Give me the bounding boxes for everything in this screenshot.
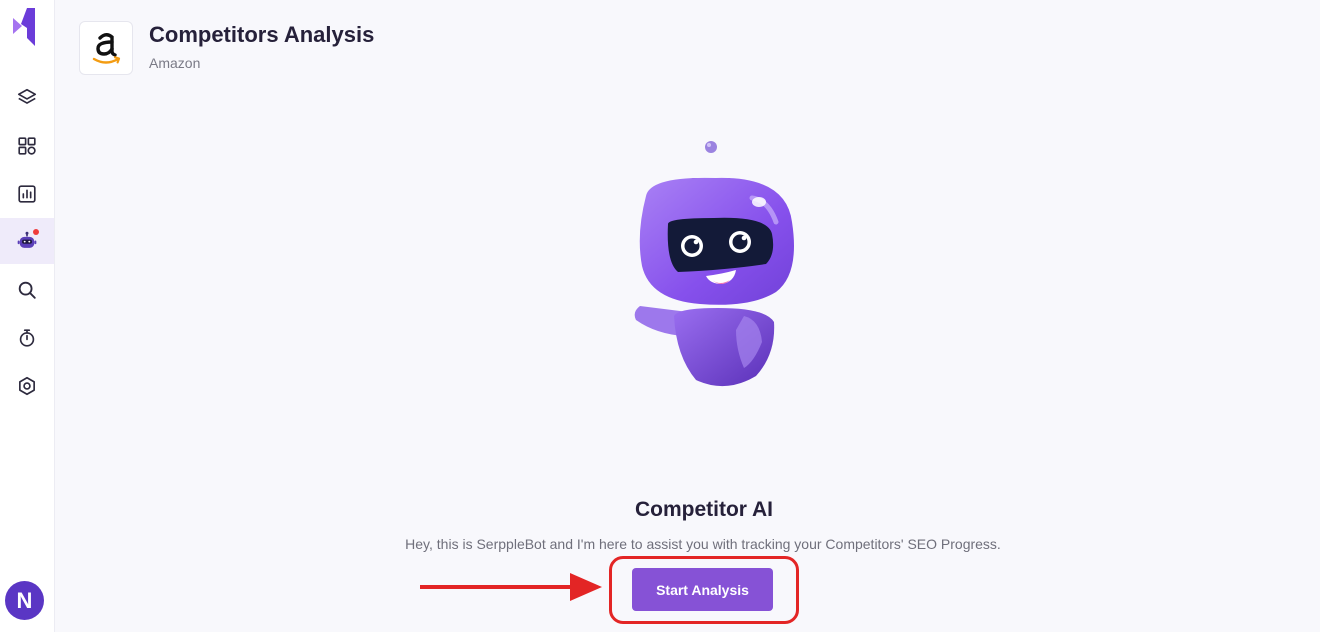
robot-mascot-illustration [634, 141, 794, 387]
main-heading: Competitor AI [634, 498, 774, 521]
grid-icon [18, 137, 36, 155]
sidebar-item-dashboard[interactable] [0, 123, 54, 169]
chart-icon [18, 185, 36, 203]
sidebar-item-layers[interactable] [0, 75, 54, 121]
sidebar-item-competitor-ai[interactable] [0, 218, 54, 264]
annotation-arrow [420, 573, 602, 601]
amazon-logo-icon [92, 33, 121, 64]
user-avatar[interactable]: N [5, 581, 44, 620]
sidebar-item-reports[interactable] [0, 171, 54, 217]
amazon-logo [79, 21, 133, 75]
notification-dot [33, 229, 39, 235]
app-logo[interactable] [13, 8, 35, 46]
main-description: Hey, this is SerppleBot and I'm here to … [405, 536, 1001, 552]
stopwatch-icon [19, 329, 35, 347]
start-analysis-button[interactable]: Start Analysis [632, 568, 773, 611]
settings-icon [19, 376, 35, 396]
page-title: Competitors Analysis [149, 22, 375, 47]
sidebar-item-search[interactable] [0, 267, 54, 313]
sidebar-item-settings[interactable] [0, 363, 54, 409]
layers-icon [17, 88, 37, 104]
page-subtitle: Amazon [149, 55, 201, 71]
search-icon [18, 281, 36, 299]
sidebar-item-timer[interactable] [0, 315, 54, 361]
